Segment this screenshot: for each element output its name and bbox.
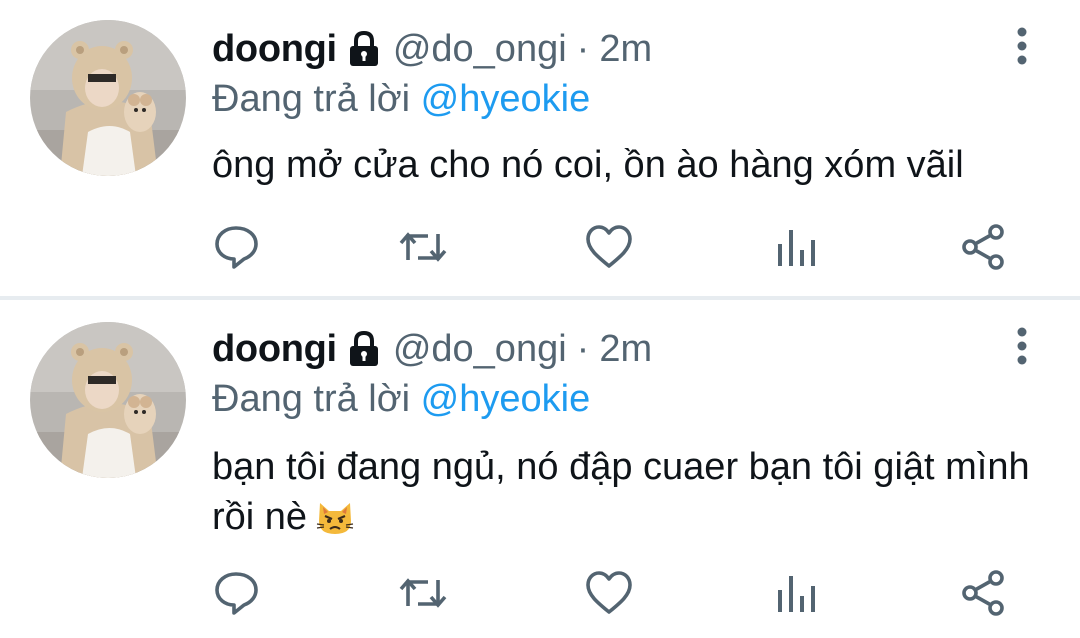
retweet-icon — [399, 232, 447, 262]
lock-icon — [347, 330, 381, 368]
like-icon — [586, 225, 632, 268]
like-button[interactable] — [584, 222, 634, 272]
avatar-image — [30, 322, 186, 478]
pouting-cat-emoji — [315, 497, 355, 537]
display-name[interactable]: doongi — [212, 28, 337, 71]
stats-button[interactable] — [772, 222, 822, 272]
tweet-text-content: ông mở cửa cho nó coi, ồn ào hàng xóm vã… — [212, 144, 964, 186]
like-icon — [586, 571, 632, 614]
avatar[interactable] — [30, 322, 186, 478]
tweet-item[interactable]: doongi @do_ongi · 2m Đang trả lời @hyeok… — [0, 0, 1080, 296]
share-button[interactable] — [958, 568, 1008, 618]
share-button[interactable] — [958, 222, 1008, 272]
like-button[interactable] — [584, 568, 634, 618]
retweet-button[interactable] — [398, 222, 448, 272]
replying-to-label: Đang trả lời — [212, 78, 411, 120]
tweet-actions-bar — [212, 222, 1022, 272]
share-icon — [962, 224, 1004, 270]
reply-icon — [215, 572, 258, 615]
lock-icon — [347, 30, 381, 68]
retweet-button[interactable] — [398, 568, 448, 618]
reply-mention-link[interactable]: @hyeokie — [421, 378, 591, 420]
replying-to-line: Đang trả lời @hyeokie — [212, 78, 590, 121]
tweet-header: doongi @do_ongi · 2m — [212, 26, 652, 72]
stats-icon — [778, 576, 815, 612]
retweet-icon — [399, 578, 447, 608]
replying-to-line: Đang trả lời @hyeokie — [212, 378, 590, 421]
tweet-item[interactable]: doongi @do_ongi · 2m Đang trả lời @hyeok… — [0, 300, 1080, 638]
user-handle[interactable]: @do_ongi — [393, 28, 567, 71]
user-handle[interactable]: @do_ongi — [393, 328, 567, 371]
tweet-actions-bar — [212, 568, 1022, 618]
display-name[interactable]: doongi — [212, 328, 337, 371]
reply-mention-link[interactable]: @hyeokie — [421, 78, 591, 120]
tweet-text: ông mở cửa cho nó coi, ồn ào hàng xóm vã… — [212, 140, 1042, 190]
separator-dot: · — [576, 327, 590, 370]
avatar[interactable] — [30, 20, 186, 176]
share-icon — [962, 570, 1004, 616]
separator-dot: · — [576, 27, 590, 70]
reply-button[interactable] — [212, 222, 262, 272]
tweet-header: doongi @do_ongi · 2m — [212, 326, 652, 372]
reply-icon — [215, 226, 258, 269]
replying-to-label: Đang trả lời — [212, 378, 411, 420]
avatar-image — [30, 20, 186, 176]
stats-button[interactable] — [772, 568, 822, 618]
timestamp[interactable]: 2m — [599, 28, 652, 71]
more-options-icon[interactable] — [1012, 326, 1032, 366]
timestamp[interactable]: 2m — [599, 328, 652, 371]
more-options-icon[interactable] — [1012, 26, 1032, 66]
reply-button[interactable] — [212, 568, 262, 618]
tweet-text: bạn tôi đang ngủ, nó đập cuaer bạn tôi g… — [212, 442, 1042, 542]
stats-icon — [778, 230, 815, 266]
